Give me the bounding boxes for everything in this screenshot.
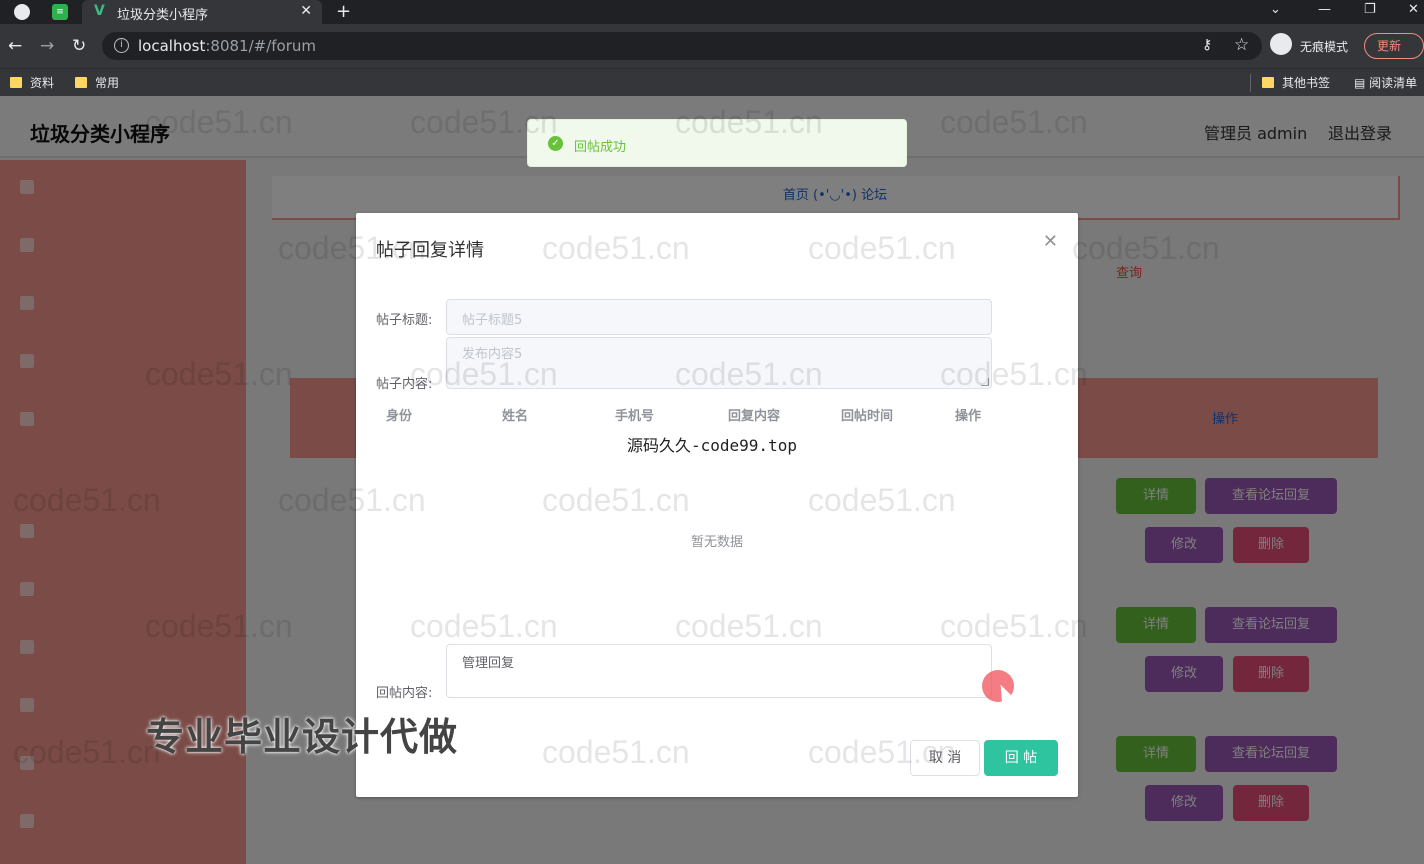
plus-icon[interactable]: + xyxy=(336,1,351,22)
center-watermark: 源码久久-code99.top xyxy=(627,436,797,455)
watermark: code51.cn xyxy=(940,104,1088,140)
watermark: code51.cn xyxy=(940,356,1088,392)
restore-icon[interactable]: ❐ xyxy=(1364,2,1376,17)
empty-table-text: 暂无数据 xyxy=(690,535,743,550)
column-header: 回帖时间 xyxy=(841,409,894,424)
watermark: code51.cn xyxy=(410,356,558,392)
watermark: code51.cn xyxy=(542,734,690,770)
vue-logo-icon: V xyxy=(94,3,105,19)
column-header: 手机号 xyxy=(615,409,655,424)
watermark: code51.cn xyxy=(808,734,956,770)
column-header: 身份 xyxy=(386,409,413,424)
incognito-icon[interactable] xyxy=(1270,33,1292,55)
watermark: code51.cn xyxy=(145,608,293,644)
folder-icon xyxy=(75,77,87,88)
minimize-icon[interactable]: — xyxy=(1318,2,1331,17)
close-icon[interactable]: ✕ xyxy=(1043,231,1058,252)
watermark: code51.cn xyxy=(940,608,1088,644)
watermark: code51.cn xyxy=(13,734,161,770)
watermark: code51.cn xyxy=(675,104,823,140)
post-title-label: 帖子标题: xyxy=(376,313,433,328)
reply-content-text: 管理回复 xyxy=(462,656,515,671)
watermark: code51.cn xyxy=(145,104,293,140)
post-title-input[interactable]: 帖子标题5 xyxy=(446,299,992,335)
bookmark-folder[interactable]: 其他书签 xyxy=(1262,74,1330,91)
reading-list-icon: ▤ xyxy=(1354,76,1370,90)
url-text[interactable]: localhost:8081/#/forum xyxy=(138,37,316,55)
reading-list[interactable]: ▤ 阅读清单 xyxy=(1354,74,1417,91)
key-icon[interactable]: ⚷ xyxy=(1202,37,1212,53)
info-icon[interactable]: i xyxy=(114,38,129,53)
pinned-tab-icon[interactable]: ≡ xyxy=(52,4,68,20)
ad-overlay-text: 专业毕业设计代做 xyxy=(146,715,459,759)
divider xyxy=(1250,74,1251,92)
tab-search-icon[interactable]: ⌄ xyxy=(1270,2,1281,17)
folder-icon xyxy=(1262,77,1274,88)
reply-content-textarea[interactable]: 管理回复 xyxy=(446,644,992,698)
toast-message: 回帖成功 xyxy=(574,140,627,155)
watermark: code51.cn xyxy=(542,482,690,518)
watermark: code51.cn xyxy=(675,356,823,392)
watermark: code51.cn xyxy=(13,482,161,518)
bookmark-folder[interactable]: 常用 xyxy=(75,74,119,91)
reply-content-label: 回帖内容: xyxy=(376,686,433,701)
column-header: 姓名 xyxy=(502,409,529,424)
watermark: code51.cn xyxy=(145,356,293,392)
reply-detail-dialog: 帖子回复详情 ✕ 帖子标题: 帖子标题5 帖子内容: 发布内容5 身份 姓名 手… xyxy=(356,213,1078,797)
watermark: code51.cn xyxy=(410,608,558,644)
address-bar-row: ← → ↻ i localhost:8081/#/forum ⚷ ☆ xyxy=(0,24,1424,68)
bookmarks-bar: 资料 常用 其他书签 ▤ 阅读清单 xyxy=(0,68,1424,96)
reload-icon[interactable]: ↻ xyxy=(72,36,86,56)
incognito-label: 无痕模式 xyxy=(1300,40,1349,54)
forward-icon[interactable]: → xyxy=(40,36,54,56)
watermark: code51.cn xyxy=(542,230,690,266)
watermark: code51.cn xyxy=(410,104,558,140)
star-icon[interactable]: ☆ xyxy=(1234,35,1249,55)
window-close-icon[interactable]: ✕ xyxy=(1408,2,1419,17)
submit-reply-button[interactable]: 回 帖 xyxy=(984,740,1058,776)
watermark: code51.cn xyxy=(278,230,426,266)
watermark: code51.cn xyxy=(278,482,426,518)
bookmark-folder[interactable]: 资料 xyxy=(10,74,54,91)
watermark: code51.cn xyxy=(808,230,956,266)
browser-tab-strip: ≡ V 垃圾分类小程序 ✕ + ⌄ — ❐ ✕ xyxy=(0,0,1424,24)
folder-icon xyxy=(10,77,22,88)
back-icon[interactable]: ← xyxy=(8,36,22,56)
globe-icon[interactable] xyxy=(14,4,30,20)
watermark: code51.cn xyxy=(675,608,823,644)
close-icon[interactable]: ✕ xyxy=(300,3,312,19)
browser-tab[interactable]: V 垃圾分类小程序 ✕ xyxy=(82,0,322,24)
update-button[interactable]: 更新 xyxy=(1364,33,1424,59)
column-header: 操作 xyxy=(955,409,982,424)
omnibox[interactable]: i localhost:8081/#/forum ⚷ ☆ xyxy=(102,32,1262,60)
column-header: 回复内容 xyxy=(728,409,781,424)
watermark: code51.cn xyxy=(808,482,956,518)
watermark: code51.cn xyxy=(1072,230,1220,266)
tab-title: 垃圾分类小程序 xyxy=(117,8,209,23)
